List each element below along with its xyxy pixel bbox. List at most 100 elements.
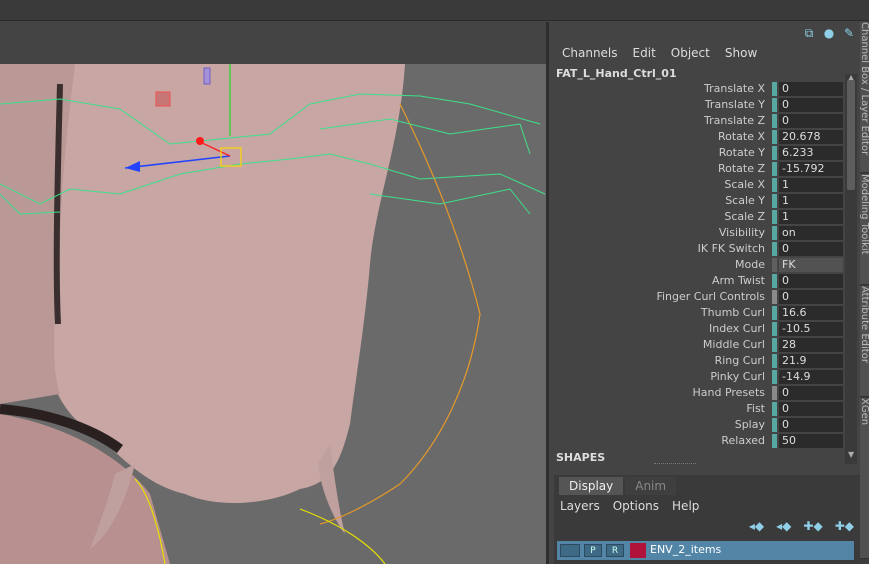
move-layer-up-icon[interactable]: ◂◆ (749, 519, 764, 533)
attribute-value-field[interactable]: 1 (779, 194, 843, 208)
attribute-label[interactable]: Finger Curl Controls (656, 290, 765, 303)
attribute-row[interactable]: Translate X 0 (549, 81, 845, 97)
tab-display[interactable]: Display (559, 477, 624, 495)
menu-show[interactable]: Show (725, 46, 757, 60)
layer-visibility-toggle[interactable] (560, 544, 580, 557)
layer-reference-toggle[interactable]: R (606, 544, 624, 557)
attribute-label[interactable]: Thumb Curl (701, 306, 765, 319)
side-tab-modeling-toolkit[interactable]: Modeling Toolkit (860, 174, 869, 285)
attribute-label[interactable]: Translate Z (704, 114, 765, 127)
attribute-value-field[interactable]: 16.6 (779, 306, 843, 320)
attribute-value-field[interactable]: 0 (779, 82, 843, 96)
attribute-label[interactable]: Translate Y (705, 98, 765, 111)
attribute-row[interactable]: Hand Presets 0 (549, 385, 845, 401)
attribute-value-field[interactable]: 0 (779, 290, 843, 304)
layer-name[interactable]: ENV_2_items (650, 543, 721, 556)
attribute-label[interactable]: Translate X (704, 82, 765, 95)
attribute-row[interactable]: Rotate Z -15.792 (549, 161, 845, 177)
attribute-label[interactable]: Pinky Curl (710, 370, 765, 383)
attribute-value-field[interactable]: 1 (779, 178, 843, 192)
attribute-label[interactable]: Ring Curl (715, 354, 765, 367)
attribute-label[interactable]: Mode (735, 258, 765, 271)
attribute-label[interactable]: Middle Curl (703, 338, 765, 351)
attribute-value-field[interactable]: on (779, 226, 843, 240)
attribute-label[interactable]: Relaxed (721, 434, 765, 447)
side-tab-channel-box[interactable]: Channel Box / Layer Editor (860, 22, 869, 173)
attribute-value-field[interactable]: 0 (779, 402, 843, 416)
attribute-row[interactable]: Scale X 1 (549, 177, 845, 193)
menu-options[interactable]: Options (613, 499, 659, 513)
3d-viewport[interactable] (0, 22, 546, 564)
attribute-label[interactable]: Rotate Y (719, 146, 765, 159)
attribute-value-field[interactable]: 0 (779, 98, 843, 112)
attribute-row[interactable]: Translate Z 0 (549, 113, 845, 129)
help-icon[interactable]: ● (822, 26, 836, 40)
attribute-label[interactable]: Hand Presets (693, 386, 766, 399)
move-layer-down-icon[interactable]: ◂◆ (776, 519, 791, 533)
pin-icon[interactable]: ✎ (842, 26, 856, 40)
attribute-label[interactable]: Fist (746, 402, 765, 415)
attribute-row[interactable]: Fist 0 (549, 401, 845, 417)
attribute-value-field[interactable]: 28 (779, 338, 843, 352)
attribute-value-field[interactable]: 21.9 (779, 354, 843, 368)
node-editor-icon[interactable]: ⧉ (802, 26, 816, 40)
menu-channels[interactable]: Channels (562, 46, 618, 60)
attribute-row[interactable]: Relaxed 50 (549, 433, 845, 449)
attribute-row[interactable]: Middle Curl 28 (549, 337, 845, 353)
layer-color-swatch[interactable] (630, 543, 646, 558)
attribute-label[interactable]: Scale Z (724, 210, 765, 223)
attribute-value-field[interactable]: 0 (779, 242, 843, 256)
attribute-row[interactable]: Mode FK (549, 257, 845, 273)
attribute-label[interactable]: Visibility (719, 226, 765, 239)
attribute-row[interactable]: Finger Curl Controls 0 (549, 289, 845, 305)
new-layer-selected-icon[interactable]: ✚◆ (835, 519, 854, 533)
menu-object[interactable]: Object (671, 46, 710, 60)
attribute-label[interactable]: Index Curl (709, 322, 765, 335)
menu-edit[interactable]: Edit (633, 46, 656, 60)
attribute-value-field[interactable]: -14.9 (779, 370, 843, 384)
attribute-value-field[interactable]: -15.792 (779, 162, 843, 176)
attribute-label[interactable]: Scale X (724, 178, 765, 191)
attribute-value-field[interactable]: 20.678 (779, 130, 843, 144)
attribute-row[interactable]: Arm Twist 0 (549, 273, 845, 289)
attribute-value-field[interactable]: 0 (779, 274, 843, 288)
attribute-row[interactable]: Visibility on (549, 225, 845, 241)
node-name[interactable]: FAT_L_Hand_Ctrl_01 (556, 67, 677, 80)
attribute-label[interactable]: Rotate Z (718, 162, 765, 175)
shapes-section-header[interactable]: SHAPES (556, 451, 605, 464)
attribute-row[interactable]: Scale Z 1 (549, 209, 845, 225)
attribute-label[interactable]: Arm Twist (712, 274, 765, 287)
side-tab-xgen[interactable]: XGen (860, 398, 869, 559)
attribute-value-field[interactable]: FK (779, 258, 843, 272)
viewport-scene[interactable] (0, 64, 546, 564)
attribute-value-field[interactable]: 0 (779, 386, 843, 400)
attribute-row[interactable]: Pinky Curl -14.9 (549, 369, 845, 385)
attribute-value-field[interactable]: 0 (779, 114, 843, 128)
menu-layers[interactable]: Layers (560, 499, 600, 513)
scroll-thumb[interactable] (847, 80, 855, 190)
attribute-value-field[interactable]: 50 (779, 434, 843, 448)
tab-anim[interactable]: Anim (625, 477, 677, 495)
attribute-value-field[interactable]: 1 (779, 210, 843, 224)
attribute-row[interactable]: Index Curl -10.5 (549, 321, 845, 337)
attribute-value-field[interactable]: -10.5 (779, 322, 843, 336)
attribute-label[interactable]: Splay (735, 418, 765, 431)
attribute-label[interactable]: Scale Y (725, 194, 765, 207)
layer-playback-toggle[interactable]: P (584, 544, 602, 557)
attribute-label[interactable]: Rotate X (718, 130, 765, 143)
attribute-row[interactable]: Rotate Y 6.233 (549, 145, 845, 161)
attribute-row[interactable]: IK FK Switch 0 (549, 241, 845, 257)
resize-grip[interactable] (654, 463, 696, 468)
attribute-row[interactable]: Rotate X 20.678 (549, 129, 845, 145)
side-tab-attribute-editor[interactable]: Attribute Editor (860, 286, 869, 397)
attribute-value-field[interactable]: 0 (779, 418, 843, 432)
attribute-row[interactable]: Translate Y 0 (549, 97, 845, 113)
attribute-value-field[interactable]: 6.233 (779, 146, 843, 160)
attribute-label[interactable]: IK FK Switch (698, 242, 765, 255)
attribute-row[interactable]: Scale Y 1 (549, 193, 845, 209)
attribute-row[interactable]: Thumb Curl 16.6 (549, 305, 845, 321)
attribute-row[interactable]: Ring Curl 21.9 (549, 353, 845, 369)
scroll-down-icon[interactable]: ▼ (848, 450, 854, 459)
new-layer-icon[interactable]: ✚◆ (803, 519, 822, 533)
menu-help[interactable]: Help (672, 499, 699, 513)
